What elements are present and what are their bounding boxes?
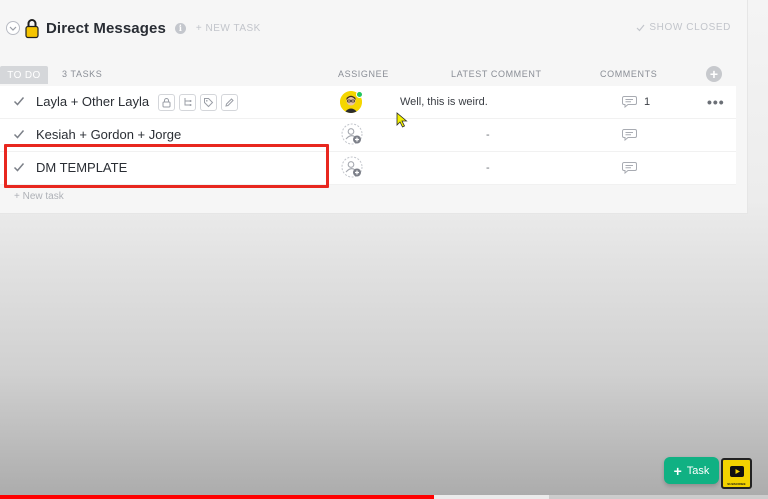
show-closed-label: SHOW CLOSED bbox=[649, 22, 731, 33]
play-icon bbox=[730, 466, 744, 477]
comment-bubble-icon[interactable] bbox=[622, 128, 637, 141]
add-assignee-icon[interactable] bbox=[341, 156, 363, 178]
task-count: 3 TASKS bbox=[62, 69, 103, 79]
comment-count: 1 bbox=[644, 96, 651, 108]
task-name[interactable]: Kesiah + Gordon + Jorge bbox=[36, 127, 181, 142]
list-title: Direct Messages bbox=[46, 19, 166, 37]
check-icon bbox=[636, 24, 645, 32]
highlight-box bbox=[4, 144, 329, 188]
show-closed-toggle[interactable]: SHOW CLOSED bbox=[636, 22, 731, 33]
chevron-down-icon[interactable] bbox=[6, 21, 20, 35]
latest-comment: - bbox=[486, 129, 490, 141]
more-dots-icon[interactable]: ••• bbox=[707, 94, 725, 110]
plus-icon: + bbox=[673, 462, 682, 479]
fab-label: Task bbox=[686, 464, 710, 477]
add-task-fab[interactable]: + Task bbox=[664, 457, 719, 484]
lock-icon bbox=[25, 17, 39, 39]
video-progress-bar[interactable] bbox=[0, 495, 434, 499]
task-row-actions bbox=[158, 94, 238, 111]
new-task-link[interactable]: + NEW TASK bbox=[196, 23, 261, 34]
status-pill[interactable]: TO DO bbox=[0, 66, 48, 84]
mouse-cursor-icon bbox=[396, 112, 408, 128]
list-header: Direct Messages i + NEW TASK bbox=[6, 14, 261, 42]
comment-bubble-icon[interactable] bbox=[622, 161, 637, 174]
column-assignee[interactable]: ASSIGNEE bbox=[338, 69, 389, 79]
check-icon[interactable] bbox=[13, 95, 25, 107]
pencil-icon[interactable] bbox=[221, 94, 238, 111]
column-comments[interactable]: COMMENTS bbox=[600, 69, 657, 79]
column-headers: TO DO 3 TASKS ASSIGNEE LATEST COMMENT CO… bbox=[0, 66, 736, 86]
new-task-button[interactable]: + New task bbox=[14, 191, 64, 202]
video-buffer-bar bbox=[433, 495, 550, 499]
online-status-dot bbox=[356, 91, 363, 98]
comment-bubble-icon[interactable] bbox=[622, 95, 637, 108]
task-row[interactable]: Layla + Other Layla Well, this is weird.… bbox=[0, 86, 736, 119]
latest-comment[interactable]: Well, this is weird. bbox=[400, 96, 488, 108]
info-icon[interactable]: i bbox=[174, 22, 186, 34]
add-assignee-icon[interactable] bbox=[341, 123, 363, 145]
subscribe-badge[interactable]: SUBSCRIBE bbox=[721, 458, 752, 489]
subtask-icon[interactable] bbox=[179, 94, 196, 111]
latest-comment: - bbox=[486, 162, 490, 174]
subscribe-label: SUBSCRIBE bbox=[727, 482, 746, 486]
add-column-plus-icon[interactable]: + bbox=[706, 66, 722, 82]
task-name[interactable]: Layla + Other Layla bbox=[36, 94, 149, 109]
lock-icon[interactable] bbox=[158, 94, 175, 111]
check-icon[interactable] bbox=[13, 128, 25, 140]
tag-icon[interactable] bbox=[200, 94, 217, 111]
column-latest-comment[interactable]: LATEST COMMENT bbox=[451, 69, 542, 79]
